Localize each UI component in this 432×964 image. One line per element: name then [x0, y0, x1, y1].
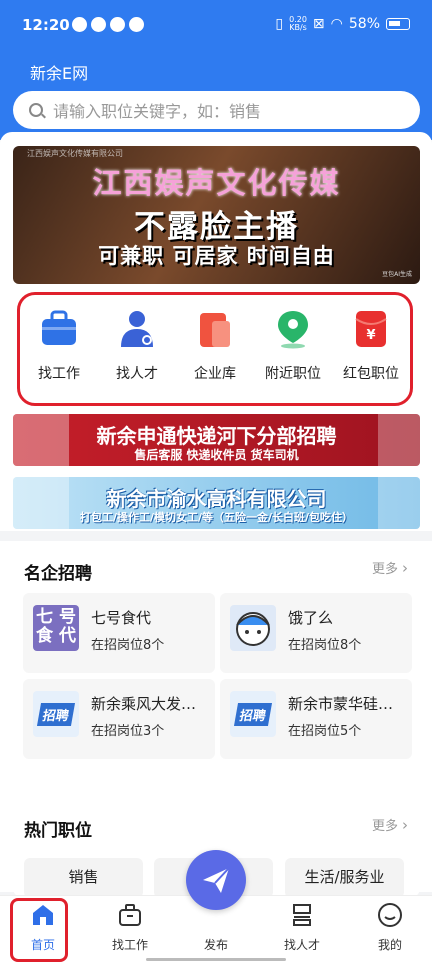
ad-subtitle: 售后客服 快递收件员 货车司机 [134, 448, 299, 462]
building-icon [196, 309, 234, 349]
ad-title: 新余市渝水高科有限公司 [106, 487, 327, 511]
company-name: 七号食代 [91, 609, 152, 627]
company-item[interactable]: 七 号食 代 七号食代 在招岗位8个 [23, 593, 215, 673]
ad-banner-express[interactable]: 新余申通快递河下分部招聘 售后客服 快递收件员 货车司机 [13, 414, 420, 466]
company-logo: 七 号食 代 [33, 605, 79, 651]
company-name: 新余市蒙华硅… [288, 695, 394, 713]
more-link[interactable]: 更多 [372, 815, 408, 834]
quick-find-talent[interactable]: 找人才 [99, 309, 175, 403]
notification-icons [72, 17, 144, 32]
ad-banner-gaoke[interactable]: 新余市渝水高科有限公司 打包工/操作工/模切女工/等（五险一金/长白班/包吃住） [13, 477, 420, 529]
hot-job-tag[interactable]: 销售 [24, 858, 143, 898]
hot-job-tag[interactable]: 生活/服务业 [285, 858, 404, 898]
smiley-icon [377, 902, 403, 928]
gesture-bar [146, 958, 286, 961]
company-item[interactable]: 招聘 新余乘风大发… 在招岗位3个 [23, 679, 215, 759]
ad-title: 新余申通快递河下分部招聘 [96, 424, 337, 448]
person-icon [118, 309, 156, 349]
more-link[interactable]: 更多 [372, 558, 408, 577]
famous-companies-card: 名企招聘 更多 七 号食 代 七号食代 在招岗位8个 饿了么 在招岗位8个 招聘… [13, 541, 420, 786]
search-placeholder: 请输入职位关键字，如：销售 [53, 102, 262, 121]
company-job-count: 在招岗位5个 [288, 724, 362, 739]
nav-mine[interactable]: 我的 [355, 902, 425, 953]
wifi-icon: ◠ [330, 16, 343, 32]
publish-button[interactable] [186, 850, 246, 910]
quick-find-job[interactable]: 找工作 [21, 309, 97, 403]
top-banner[interactable]: 江西娱声文化传媒有限公司 江西娱声文化传媒 不露脸主播 可兼职 可居家 时间自由… [13, 146, 420, 284]
company-job-count: 在招岗位3个 [91, 724, 165, 739]
nav-find-job[interactable]: 找工作 [95, 902, 165, 953]
company-job-count: 在招岗位8个 [91, 638, 165, 653]
ad-subtitle: 打包工/操作工/模切女工/等（五险一金/长白班/包吃住） [79, 511, 354, 524]
search-icon [29, 103, 43, 117]
battery-percent: 58% [348, 16, 380, 32]
app-notification-icon [91, 17, 106, 32]
vibrate-icon: ▯ [275, 16, 284, 32]
quick-nearby-jobs[interactable]: 附近职位 [255, 309, 331, 403]
app-title: 新余E网 [30, 64, 89, 83]
company-logo: 招聘 [230, 691, 276, 737]
location-icon [274, 309, 312, 349]
quick-entry-grid: 找工作 找人才 企业库 附近职位 ¥ 红包职位 [17, 292, 413, 406]
banner-line3: 可兼职 可居家 时间自由 [98, 244, 335, 268]
status-bar: 12:20 ▯ 0.20 KB/s ⊠ ◠ 58% [0, 0, 432, 52]
banner-watermark: 豆包AI生成 [382, 271, 412, 278]
paper-plane-icon [203, 867, 230, 893]
briefcase-icon [40, 309, 78, 349]
section-title: 名企招聘 [24, 564, 92, 584]
red-envelope-icon: ¥ [352, 309, 390, 349]
section-title: 热门职位 [24, 821, 92, 841]
company-name: 饿了么 [288, 609, 334, 627]
status-time: 12:20 [22, 16, 70, 34]
search-input[interactable]: 请输入职位关键字，如：销售 [13, 91, 420, 129]
company-name: 新余乘风大发… [91, 695, 197, 713]
section-divider [0, 531, 432, 541]
app-notification-icon [72, 17, 87, 32]
company-job-count: 在招岗位8个 [288, 638, 362, 653]
battery-icon [386, 18, 410, 30]
tiktok-icon [110, 17, 125, 32]
home-highlight [10, 898, 68, 962]
no-sim-icon: ⊠ [312, 16, 325, 32]
net-speed: 0.20 KB/s [289, 15, 307, 32]
quick-redpacket-jobs[interactable]: ¥ 红包职位 [333, 309, 409, 403]
quick-company-lib[interactable]: 企业库 [177, 309, 253, 403]
status-right: ▯ 0.20 KB/s ⊠ ◠ 58% [275, 16, 410, 32]
banner-line1: 江西娱声文化传媒 [92, 166, 341, 200]
briefcase-icon [117, 902, 143, 928]
company-logo [230, 605, 276, 651]
company-logo: 招聘 [33, 691, 79, 737]
company-item[interactable]: 饿了么 在招岗位8个 [220, 593, 412, 673]
nav-find-talent[interactable]: 找人才 [267, 902, 337, 953]
nav-publish-label: 发布 [203, 938, 228, 952]
svg-text:¥: ¥ [366, 328, 375, 343]
talent-icon [289, 902, 315, 928]
company-item[interactable]: 招聘 新余市蒙华硅… 在招岗位5个 [220, 679, 412, 759]
banner-company: 江西娱声文化传媒有限公司 [27, 149, 123, 158]
weibo-icon [129, 17, 144, 32]
